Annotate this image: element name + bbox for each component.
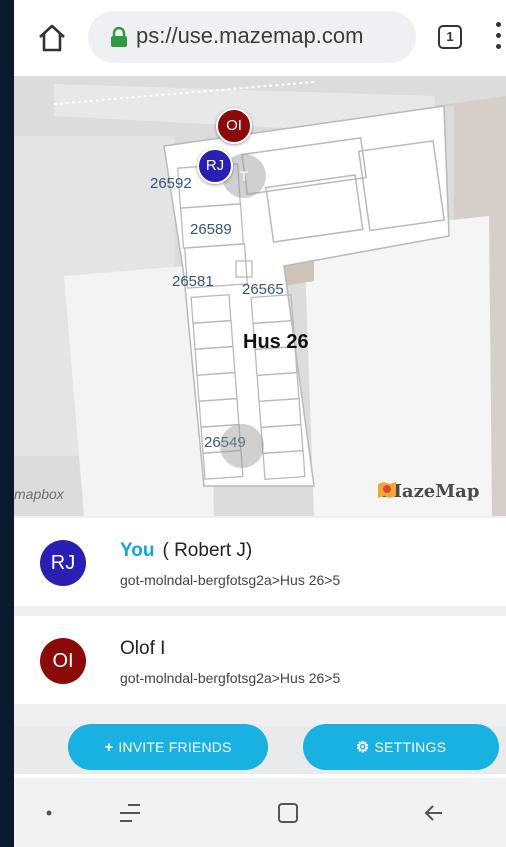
address-bar[interactable]: ps://use.mazemap.com	[88, 11, 416, 63]
recent-apps-icon[interactable]	[110, 778, 150, 847]
person-name: You ( Robert J)	[120, 540, 252, 562]
mapbox-attribution[interactable]: mapbox	[14, 486, 64, 502]
floor-map[interactable]: 26592 26589 26581 26565 26549 Hus 26 T O…	[14, 76, 506, 516]
avatar: OI	[40, 638, 86, 684]
room-label: 26565	[242, 281, 284, 298]
mapbox-logo: mapbox	[14, 486, 64, 502]
settings-button[interactable]: ⚙ SETTINGS	[303, 724, 499, 770]
home-square-icon[interactable]	[268, 778, 308, 847]
overflow-menu-icon[interactable]	[496, 22, 506, 52]
person-location: got-molndal-bergfotsg2a>Hus 26>5	[120, 572, 341, 588]
invite-friends-label: INVITE FRIENDS	[118, 739, 232, 755]
url-text: ps://use.mazemap.com	[136, 23, 364, 48]
lock-icon	[110, 26, 128, 47]
building-label: Hus 26	[243, 331, 309, 353]
list-item[interactable]: RJ You ( Robert J) got-molndal-bergfotsg2…	[14, 518, 506, 606]
dot-icon	[34, 778, 64, 847]
settings-label: SETTINGS	[374, 739, 447, 755]
action-bar: + INVITE FRIENDS ⚙ SETTINGS	[14, 724, 506, 774]
mazemap-logo[interactable]: MazeMap	[376, 480, 479, 502]
person-name: Olof I	[120, 638, 166, 659]
location-marker-faded[interactable]	[220, 424, 264, 468]
invite-friends-button[interactable]: + INVITE FRIENDS	[68, 724, 268, 770]
home-icon[interactable]	[36, 22, 68, 54]
person-location: got-molndal-bergfotsg2a>Hus 26>5	[120, 670, 341, 686]
user-marker-rj[interactable]: RJ	[197, 148, 233, 184]
list-item[interactable]: OI Olof I got-molndal-bergfotsg2a>Hus 26…	[14, 616, 506, 704]
room-label: 26581	[172, 273, 214, 290]
browser-toolbar: ps://use.mazemap.com 1	[14, 0, 506, 76]
people-list: RJ You ( Robert J) got-molndal-bergfotsg2…	[14, 516, 506, 726]
you-label: You	[120, 540, 155, 561]
mazemap-icon	[378, 482, 396, 498]
plus-icon: +	[104, 738, 114, 756]
app-frame: ps://use.mazemap.com 1 26592 26589 26581…	[14, 0, 506, 847]
gear-icon: ⚙	[355, 739, 370, 756]
back-arrow-icon[interactable]	[414, 778, 454, 847]
avatar: RJ	[40, 540, 86, 586]
room-label: 26589	[190, 221, 232, 238]
room-label: 26592	[150, 175, 192, 192]
person-name-text: ( Robert J)	[162, 540, 253, 561]
user-marker-oi[interactable]: OI	[216, 108, 252, 144]
system-navigation-bar	[14, 778, 506, 847]
tab-switcher-button[interactable]: 1	[438, 25, 462, 49]
